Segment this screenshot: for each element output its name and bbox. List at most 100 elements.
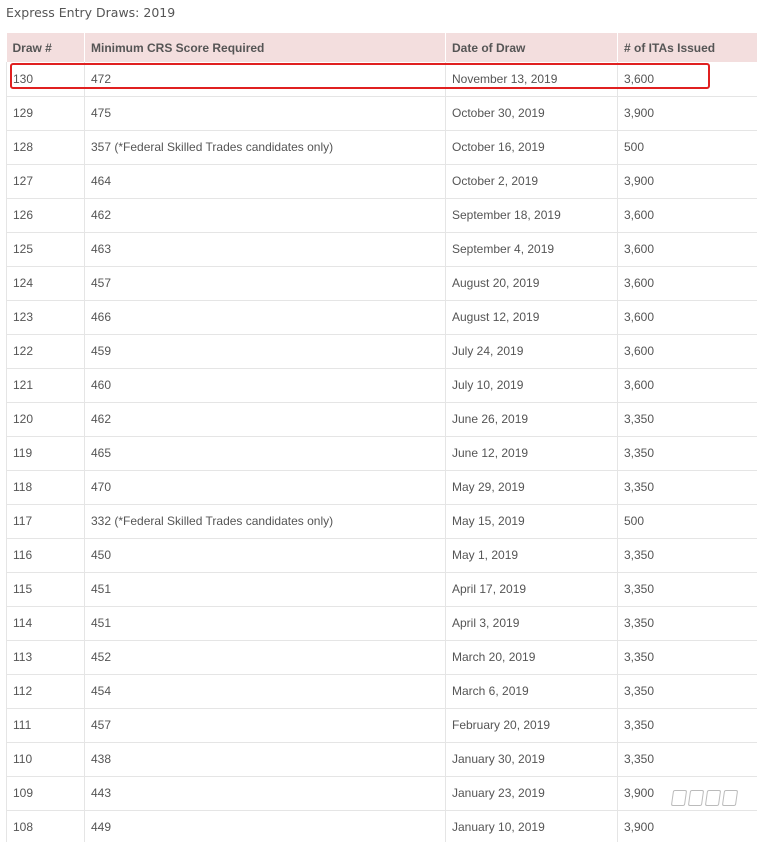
itas-issued-cell: 500 [617,504,757,539]
date-of-draw-cell: July 10, 2019 [445,368,618,403]
draw-number-cell: 122 [6,334,85,369]
draw-number-cell: 111 [6,708,85,743]
itas-issued-cell: 3,600 [617,300,757,335]
date-of-draw-cell: June 26, 2019 [445,402,618,437]
table-row: 113 452 March 20, 2019 3,350 [6,640,757,675]
itas-issued-cell: 3,350 [617,470,757,505]
table-row: 127 464 October 2, 2019 3,900 [6,164,757,199]
table-row: 117 332 (*Federal Skilled Trades candidat… [6,504,757,539]
draw-number-cell: 109 [6,776,85,811]
draw-number-cell: 110 [6,742,85,777]
date-of-draw-cell: July 24, 2019 [445,334,618,369]
itas-issued-cell: 3,900 [617,164,757,199]
itas-issued-cell: 3,350 [617,640,757,675]
table-header: Draw # Minimum CRS Score Required Date o… [6,33,757,62]
table-body: 130 472 November 13, 2019 3,600 129 475 Octobe… [6,62,757,842]
draw-number-cell: 121 [6,368,85,403]
draw-number-cell: 108 [6,810,85,842]
table-row: 115 451 April 17, 2019 3,350 [6,572,757,607]
table-row: 111 457 February 20, 2019 3,350 [6,708,757,743]
itas-issued-cell: 3,600 [617,334,757,369]
date-of-draw-cell: January 23, 2019 [445,776,618,811]
draw-number-cell: 130 [6,62,85,97]
date-of-draw-cell: April 3, 2019 [445,606,618,641]
table-row: 120 462 June 26, 2019 3,350 [6,402,757,437]
itas-issued-cell: 3,600 [617,62,757,97]
min-crs-score-cell: 462 [84,402,446,437]
itas-issued-cell: 3,350 [617,606,757,641]
table-row: 125 463 September 4, 2019 3,600 [6,232,757,267]
header-date-of-draw: Date of Draw [445,33,618,62]
date-of-draw-cell: May 1, 2019 [445,538,618,573]
table-row: 116 450 May 1, 2019 3,350 [6,538,757,573]
draw-number-cell: 116 [6,538,85,573]
min-crs-score-cell: 332 (*Federal Skilled Trades candidates … [84,504,446,539]
min-crs-score-cell: 449 [84,810,446,842]
table-row: 124 457 August 20, 2019 3,600 [6,266,757,301]
draw-number-cell: 129 [6,96,85,131]
min-crs-score-cell: 475 [84,96,446,131]
express-entry-draws-table: Draw # Minimum CRS Score Required Date o… [6,33,757,842]
date-of-draw-cell: February 20, 2019 [445,708,618,743]
min-crs-score-cell: 460 [84,368,446,403]
draw-number-cell: 125 [6,232,85,267]
watermark-glyph [721,790,738,806]
table-caption: Express Entry Draws: 2019 [6,5,176,20]
date-of-draw-cell: June 12, 2019 [445,436,618,471]
itas-issued-cell: 3,350 [617,742,757,777]
min-crs-score-cell: 457 [84,266,446,301]
itas-issued-cell: 3,350 [617,708,757,743]
table-row: 129 475 October 30, 2019 3,900 [6,96,757,131]
min-crs-score-cell: 452 [84,640,446,675]
date-of-draw-cell: October 30, 2019 [445,96,618,131]
itas-issued-cell: 3,350 [617,436,757,471]
min-crs-score-cell: 450 [84,538,446,573]
min-crs-score-cell: 438 [84,742,446,777]
itas-issued-cell: 3,350 [617,402,757,437]
min-crs-score-cell: 457 [84,708,446,743]
min-crs-score-cell: 465 [84,436,446,471]
min-crs-score-cell: 462 [84,198,446,233]
table-row: 128 357 (*Federal Skilled Trades candidat… [6,130,757,165]
watermark-glyph [670,790,687,806]
itas-issued-cell: 3,600 [617,232,757,267]
min-crs-score-cell: 451 [84,572,446,607]
header-row: Draw # Minimum CRS Score Required Date o… [6,33,757,62]
table-row: 114 451 April 3, 2019 3,350 [6,606,757,641]
header-min-crs-score: Minimum CRS Score Required [84,33,446,62]
draw-number-cell: 120 [6,402,85,437]
min-crs-score-cell: 472 [84,62,446,97]
table-row: 121 460 July 10, 2019 3,600 [6,368,757,403]
draw-number-cell: 127 [6,164,85,199]
date-of-draw-cell: October 2, 2019 [445,164,618,199]
itas-issued-cell: 3,900 [617,96,757,131]
draw-number-cell: 128 [6,130,85,165]
draw-number-cell: 114 [6,606,85,641]
draw-number-cell: 115 [6,572,85,607]
table-row: 110 438 January 30, 2019 3,350 [6,742,757,777]
date-of-draw-cell: October 16, 2019 [445,130,618,165]
draw-number-cell: 124 [6,266,85,301]
draw-number-cell: 117 [6,504,85,539]
draw-number-cell: 126 [6,198,85,233]
date-of-draw-cell: January 10, 2019 [445,810,618,842]
min-crs-score-cell: 466 [84,300,446,335]
date-of-draw-cell: January 30, 2019 [445,742,618,777]
table-row: 109 443 January 23, 2019 3,900 [6,776,757,811]
itas-issued-cell: 3,600 [617,266,757,301]
draw-number-cell: 123 [6,300,85,335]
itas-issued-cell: 3,600 [617,368,757,403]
table-row: 118 470 May 29, 2019 3,350 [6,470,757,505]
table-row: 122 459 July 24, 2019 3,600 [6,334,757,369]
page: Express Entry Draws: 2019 Draw # Minimum… [0,0,757,842]
table-row: 119 465 June 12, 2019 3,350 [6,436,757,471]
date-of-draw-cell: May 15, 2019 [445,504,618,539]
watermark-glyph [704,790,721,806]
date-of-draw-cell: August 12, 2019 [445,300,618,335]
date-of-draw-cell: March 20, 2019 [445,640,618,675]
header-itas-issued: # of ITAs Issued [617,33,757,62]
draw-number-cell: 113 [6,640,85,675]
date-of-draw-cell: November 13, 2019 [445,62,618,97]
header-draw-number: Draw # [6,33,85,62]
min-crs-score-cell: 443 [84,776,446,811]
